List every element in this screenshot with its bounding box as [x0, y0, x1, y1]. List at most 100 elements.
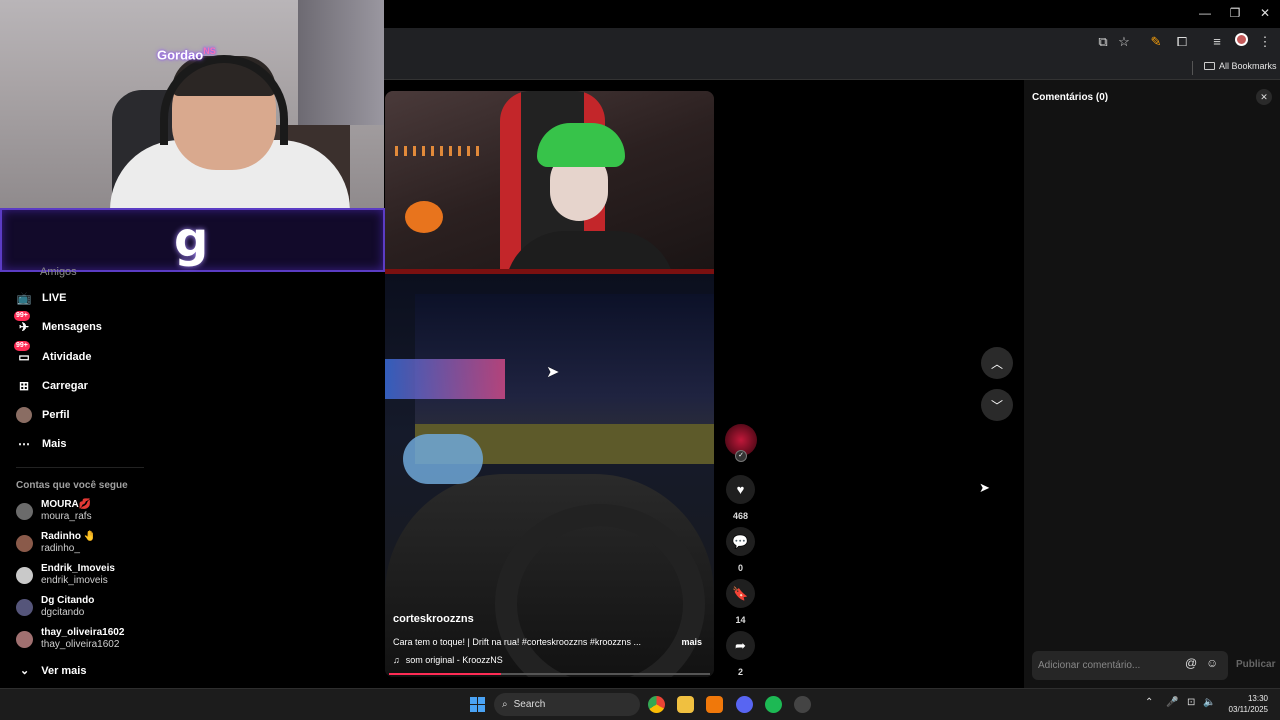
like-count: 468: [732, 511, 749, 521]
video-progress-fill: [389, 673, 502, 675]
mention-icon[interactable]: @: [1185, 656, 1197, 670]
action-bar: ✓ ♥ 468 💬 0 🔖 14 ➦ 2: [722, 424, 762, 680]
network-icon[interactable]: ⊡: [1187, 697, 1195, 708]
avatar: [16, 598, 33, 616]
share-button[interactable]: ➦: [726, 631, 755, 660]
streamer-name: GordaoNS: [157, 46, 216, 63]
sidebar-item-perfil[interactable]: Perfil: [16, 404, 70, 426]
avatar: [16, 630, 33, 648]
account-username: moura_rafs: [41, 511, 92, 522]
upload-icon: ⊞: [18, 379, 30, 393]
following-account[interactable]: thay_oliveira1602 thay_oliveira1602: [16, 626, 124, 652]
more-icon: ⋯: [18, 437, 30, 451]
following-account[interactable]: Dg Citando dgcitando: [16, 594, 94, 620]
video-music[interactable]: ♫ som original - KroozzNS: [393, 655, 503, 665]
minimize-button[interactable]: —: [1190, 4, 1220, 22]
avatar: [16, 566, 33, 584]
following-account[interactable]: Radinho 🤚 radinho_: [16, 530, 96, 556]
sidebar-item-label: Mensagens: [42, 321, 102, 333]
sidebar-divider: [16, 467, 144, 468]
music-label: som original - KroozzNS: [405, 655, 503, 665]
search-icon: ⌕: [502, 699, 508, 710]
comment-button[interactable]: 💬: [726, 527, 755, 556]
bookmark-star-icon[interactable]: ☆: [1115, 33, 1133, 51]
mouse-cursor-icon: ➤: [979, 480, 990, 495]
video-person-green-hair: [537, 123, 625, 167]
account-name: Dg Citando: [41, 595, 95, 606]
following-account[interactable]: MOURA💋 moura_rafs: [16, 498, 92, 524]
media-control-icon[interactable]: ≡: [1208, 33, 1226, 51]
account-name: thay_oliveira1602: [41, 627, 125, 638]
follow-check-icon[interactable]: ✓: [735, 450, 747, 462]
sidebar-item-atividade[interactable]: ▭ 99+ Atividade: [14, 341, 92, 368]
spotify-icon[interactable]: [765, 696, 782, 713]
extension-pen-icon[interactable]: ✎: [1147, 33, 1165, 51]
live-tv-icon: 📺: [16, 291, 32, 305]
clock-time: 13:30: [1247, 694, 1268, 703]
video-progress-bar[interactable]: [389, 673, 710, 675]
mouse-cursor-icon: ➤: [546, 364, 560, 381]
following-account[interactable]: Endrik_Imoveis endrik_imoveis: [16, 562, 115, 588]
microphone-icon[interactable]: 🎤: [1166, 697, 1178, 708]
sidebar-item-live[interactable]: 📺 LIVE: [16, 287, 67, 309]
close-window-button[interactable]: ✕: [1250, 4, 1280, 22]
sidebar-item-carregar[interactable]: ⊞ Carregar: [16, 375, 88, 397]
profile-avatar-icon[interactable]: [1232, 33, 1250, 51]
like-button[interactable]: ♥: [726, 475, 755, 504]
sidebar-item-label: Carregar: [42, 380, 88, 392]
save-button[interactable]: 🔖: [726, 579, 755, 608]
account-username: radinho_: [41, 543, 80, 554]
video-caption: Cara tem o toque! | Drift na rua! #corte…: [393, 637, 641, 647]
messages-icon: ✈ 99+: [14, 311, 30, 334]
comments-panel: Comentários (0) ✕ @ ☺ Publicar: [1024, 80, 1280, 688]
next-video-button[interactable]: ﹀: [981, 389, 1013, 421]
volume-icon[interactable]: 🔈: [1203, 697, 1215, 708]
bookmarks-separator: [1192, 61, 1193, 75]
chevron-down-icon: ﹀: [990, 398, 1003, 413]
sidebar: Amigos 📺 LIVE ✈ 99+ Mensagens ▭ 99+ Ativid…: [0, 266, 384, 688]
windows-start-icon[interactable]: [470, 697, 485, 712]
taskbar-clock[interactable]: 13:30 03/11/2025: [1222, 693, 1268, 715]
sidebar-item-label: Perfil: [42, 409, 70, 421]
sidebar-item-label: Atividade: [42, 351, 92, 363]
caption-more-link[interactable]: mais: [681, 637, 702, 647]
discord-icon[interactable]: [736, 696, 753, 713]
see-more-button[interactable]: ⌄ Ver mais: [20, 664, 86, 678]
all-bookmarks-label: All Bookmarks: [1219, 61, 1277, 71]
video-facecam-section: [385, 91, 714, 291]
sidebar-item-mais[interactable]: ⋯ Mais: [16, 433, 66, 455]
app-triangle-icon[interactable]: [706, 696, 723, 713]
tray-chevron-up-icon[interactable]: ⌃: [1145, 697, 1153, 708]
profile-avatar: [16, 407, 32, 423]
activity-icon: ▭ 99+: [14, 341, 30, 364]
account-username: thay_oliveira1602: [41, 639, 120, 650]
taskbar: ⌕ Search ⌃ 🎤 ⊡ 🔈 13:30 03/11/2025: [0, 688, 1280, 720]
extensions-puzzle-icon[interactable]: ⧠: [1173, 33, 1191, 51]
publish-button[interactable]: Publicar: [1236, 659, 1275, 670]
previous-video-button[interactable]: ︿: [981, 347, 1013, 379]
bookmarks-bar: All Bookmarks: [384, 56, 1280, 80]
file-explorer-icon[interactable]: [677, 696, 694, 713]
share-count: 2: [737, 667, 743, 677]
comments-title: Comentários (0): [1032, 92, 1109, 103]
side-mirror: [403, 434, 483, 484]
video-author[interactable]: corteskroozzns: [393, 613, 474, 625]
taskbar-search[interactable]: ⌕ Search: [494, 693, 640, 716]
comment-input[interactable]: [1032, 651, 1228, 680]
sidebar-item-mensagens[interactable]: ✈ 99+ Mensagens: [14, 311, 102, 338]
obs-icon[interactable]: [794, 696, 811, 713]
account-name: Endrik_Imoveis: [41, 563, 115, 574]
maximize-button[interactable]: ❐: [1220, 4, 1250, 22]
sidebar-item-amigos-peek[interactable]: Amigos: [40, 266, 77, 278]
video-player[interactable]: corteskroozzns Cara tem o toque! | Drift…: [385, 91, 714, 677]
string-lights: [395, 146, 485, 156]
install-app-icon[interactable]: ⧉: [1094, 33, 1112, 51]
notification-badge: 99+: [14, 341, 30, 351]
browser-menu-icon[interactable]: ⋮: [1256, 33, 1274, 51]
all-bookmarks-button[interactable]: All Bookmarks: [1204, 61, 1277, 71]
close-comments-button[interactable]: ✕: [1256, 89, 1272, 105]
emoji-icon[interactable]: ☺: [1206, 656, 1218, 670]
chrome-icon[interactable]: [648, 696, 665, 713]
account-username: endrik_imoveis: [41, 575, 108, 586]
webcam-overlay: GordaoNS: [0, 0, 384, 210]
